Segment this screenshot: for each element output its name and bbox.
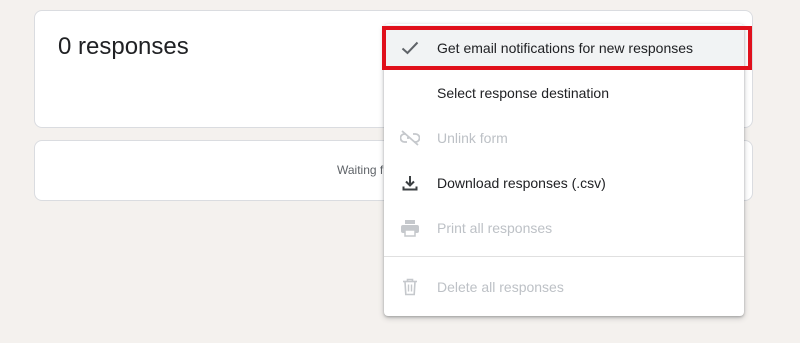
menu-item-label: Select response destination <box>437 84 609 101</box>
menu-item-download-csv[interactable]: Download responses (.csv) <box>384 160 744 205</box>
menu-item-email-notifications[interactable]: Get email notifications for new response… <box>384 25 744 70</box>
responses-count-title: 0 responses <box>58 33 189 60</box>
menu-item-select-destination[interactable]: Select response destination <box>384 70 744 115</box>
print-icon <box>400 218 420 238</box>
responses-options-menu: Get email notifications for new response… <box>384 24 744 316</box>
download-icon <box>400 173 420 193</box>
check-icon <box>400 38 420 58</box>
page: 0 responses Waiting f Get email notifica… <box>0 0 800 343</box>
waiting-text: Waiting f <box>337 163 384 177</box>
menu-item-label: Get email notifications for new response… <box>437 39 694 56</box>
menu-item-print-all: Print all responses <box>384 205 744 250</box>
menu-item-label: Download responses (.csv) <box>437 174 606 191</box>
menu-item-label: Print all responses <box>437 219 553 236</box>
menu-item-label: Unlink form <box>437 129 508 146</box>
menu-item-label: Delete all responses <box>437 278 564 295</box>
link-off-icon <box>400 128 420 148</box>
menu-item-delete-all: Delete all responses <box>384 264 744 309</box>
menu-divider <box>384 256 744 257</box>
menu-item-unlink-form: Unlink form <box>384 115 744 160</box>
trash-icon <box>400 277 420 297</box>
